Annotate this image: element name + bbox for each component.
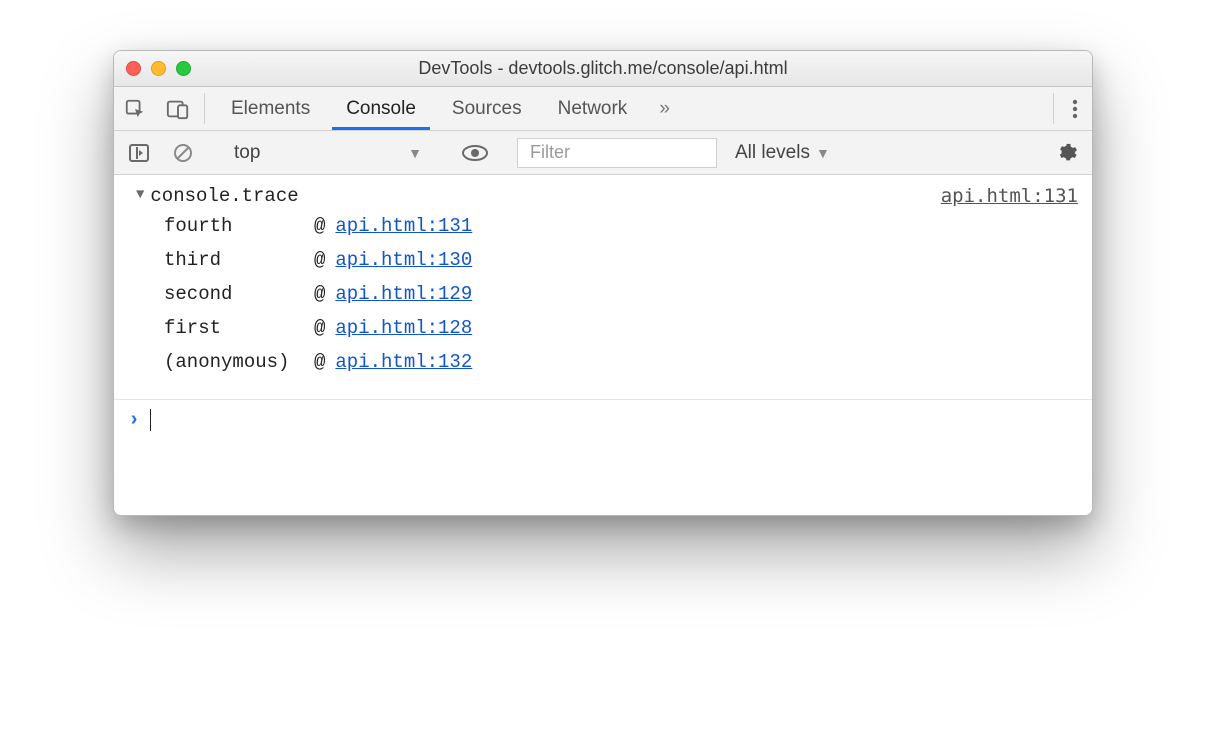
console-prompt[interactable]: › bbox=[114, 400, 1092, 440]
stack-fn-name: (anonymous) bbox=[164, 351, 314, 373]
stack-location-link[interactable]: api.html:131 bbox=[335, 215, 472, 237]
console-trace-group: ▼ console.trace api.html:131 fourth @ ap… bbox=[114, 175, 1092, 400]
stack-frame: (anonymous) @ api.html:132 bbox=[164, 351, 1078, 385]
stack-fn-name: third bbox=[164, 249, 314, 271]
stack-frame: second @ api.html:129 bbox=[164, 283, 1078, 317]
trace-header: ▼ console.trace api.html:131 bbox=[128, 185, 1078, 207]
stack-frame: third @ api.html:130 bbox=[164, 249, 1078, 283]
device-toolbar-icon[interactable] bbox=[156, 87, 200, 130]
tab-elements[interactable]: Elements bbox=[217, 87, 324, 130]
customize-devtools-button[interactable] bbox=[1058, 87, 1092, 130]
stack-trace: fourth @ api.html:131 third @ api.html:1… bbox=[164, 215, 1078, 385]
tab-label: Sources bbox=[452, 98, 522, 120]
stack-location-link[interactable]: api.html:132 bbox=[335, 351, 472, 373]
filter-input[interactable] bbox=[528, 141, 706, 164]
trace-label: console.trace bbox=[150, 185, 298, 207]
devtools-window: DevTools - devtools.glitch.me/console/ap… bbox=[113, 50, 1093, 516]
more-tabs-glyph: » bbox=[659, 98, 670, 120]
stack-fn-name: second bbox=[164, 283, 314, 305]
console-settings-icon[interactable] bbox=[1048, 142, 1086, 164]
log-levels-selector[interactable]: All levels ▼ bbox=[723, 142, 842, 164]
console-output: ▼ console.trace api.html:131 fourth @ ap… bbox=[114, 175, 1092, 515]
minimize-window-button[interactable] bbox=[151, 61, 166, 76]
execution-context-label: top bbox=[234, 142, 260, 164]
chevron-down-icon: ▼ bbox=[408, 145, 422, 161]
window-title: DevTools - devtools.glitch.me/console/ap… bbox=[114, 58, 1092, 79]
zoom-window-button[interactable] bbox=[176, 61, 191, 76]
stack-location-link[interactable]: api.html:130 bbox=[335, 249, 472, 271]
at-symbol: @ bbox=[314, 249, 325, 271]
at-symbol: @ bbox=[314, 351, 325, 373]
stack-fn-name: first bbox=[164, 317, 314, 339]
more-tabs-button[interactable]: » bbox=[649, 87, 680, 130]
tab-label: Network bbox=[558, 98, 628, 120]
toggle-sidebar-icon[interactable] bbox=[120, 143, 158, 163]
prompt-arrow-icon: › bbox=[128, 409, 140, 432]
at-symbol: @ bbox=[314, 317, 325, 339]
traffic-lights bbox=[126, 61, 191, 76]
stack-frame: first @ api.html:128 bbox=[164, 317, 1078, 351]
console-toolbar: top ▼ All levels ▼ bbox=[114, 131, 1092, 175]
tab-label: Elements bbox=[231, 98, 310, 120]
panel-tabs: Elements Console Sources Network » bbox=[209, 87, 1049, 130]
at-symbol: @ bbox=[314, 215, 325, 237]
window-titlebar: DevTools - devtools.glitch.me/console/ap… bbox=[114, 51, 1092, 87]
stack-location-link[interactable]: api.html:128 bbox=[335, 317, 472, 339]
source-link[interactable]: api.html:131 bbox=[941, 185, 1078, 207]
tab-label: Console bbox=[346, 98, 416, 120]
stack-location-link[interactable]: api.html:129 bbox=[335, 283, 472, 305]
stage: DevTools - devtools.glitch.me/console/ap… bbox=[0, 0, 1206, 750]
disclosure-triangle-icon[interactable]: ▼ bbox=[136, 187, 144, 203]
filter-box[interactable] bbox=[517, 138, 717, 168]
tab-console[interactable]: Console bbox=[332, 87, 430, 130]
tab-network[interactable]: Network bbox=[544, 87, 642, 130]
tab-sources[interactable]: Sources bbox=[438, 87, 536, 130]
clear-console-icon[interactable] bbox=[164, 142, 202, 164]
close-window-button[interactable] bbox=[126, 61, 141, 76]
stack-fn-name: fourth bbox=[164, 215, 314, 237]
live-expression-icon[interactable] bbox=[454, 144, 496, 162]
at-symbol: @ bbox=[314, 283, 325, 305]
chevron-down-icon: ▼ bbox=[816, 145, 830, 161]
panel-tabs-row: Elements Console Sources Network » bbox=[114, 87, 1092, 131]
stack-frame: fourth @ api.html:131 bbox=[164, 215, 1078, 249]
separator bbox=[1053, 93, 1054, 124]
inspect-element-icon[interactable] bbox=[114, 87, 156, 130]
separator bbox=[204, 93, 205, 124]
text-caret bbox=[150, 409, 151, 431]
execution-context-selector[interactable]: top ▼ bbox=[223, 137, 433, 169]
log-levels-label: All levels bbox=[735, 142, 810, 164]
